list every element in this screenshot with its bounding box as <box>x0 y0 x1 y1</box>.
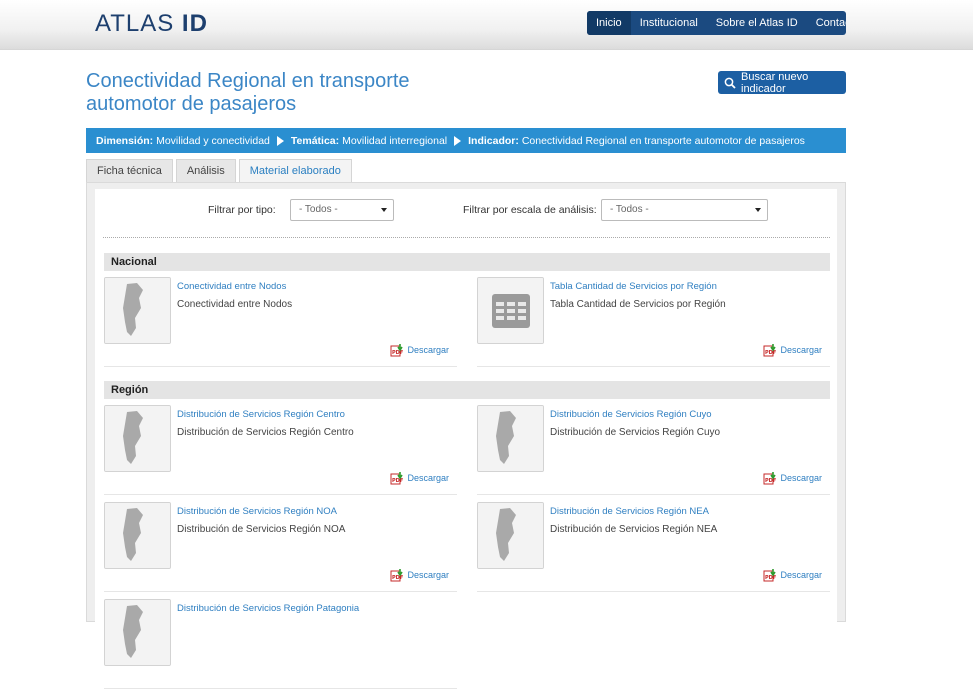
material-item: Distribución de Servicios Región Centro … <box>104 405 457 495</box>
material-item: Distribución de Servicios Región Patagon… <box>104 599 457 689</box>
pdf-download-icon: PDF <box>763 569 777 582</box>
material-description: Distribución de Servicios Región Centro <box>177 427 354 438</box>
logo-text-bold: ID <box>181 10 208 37</box>
material-link[interactable]: Distribución de Servicios Región Centro <box>177 409 345 420</box>
filter-scale-select[interactable]: - Todos - <box>601 199 768 221</box>
map-thumbnail-icon[interactable] <box>104 502 171 569</box>
material-description: Distribución de Servicios Región Cuyo <box>550 427 721 438</box>
pdf-download-icon: PDF <box>390 344 404 357</box>
pdf-download-icon: PDF <box>390 569 404 582</box>
nav-inicio[interactable]: Inicio <box>587 11 631 35</box>
download-button[interactable]: PDF Descargar <box>390 343 449 357</box>
material-list: Filtrar por tipo: - Todos - Filtrar por … <box>95 189 837 689</box>
download-label: Descargar <box>407 345 449 355</box>
download-button[interactable]: PDF Descargar <box>763 343 822 357</box>
pdf-download-icon: PDF <box>763 472 777 485</box>
divider <box>103 237 830 238</box>
material-item: Conectividad entre Nodos Conectividad en… <box>104 277 457 367</box>
breadcrumb-dimension[interactable]: Movilidad y conectividad <box>156 135 270 147</box>
tab-material-elaborado[interactable]: Material elaborado <box>238 159 352 183</box>
top-header: ATLAS ID Inicio Institucional Sobre el A… <box>0 0 973 50</box>
svg-text:PDF: PDF <box>765 575 776 581</box>
filter-scale-label: Filtrar por escala de análisis: <box>463 204 597 216</box>
material-description: Distribución de Servicios Región NEA <box>550 524 718 535</box>
pdf-download-icon: PDF <box>390 472 404 485</box>
filter-type-value: - Todos - <box>299 204 338 215</box>
material-item: Distribución de Servicios Región Cuyo Di… <box>477 405 830 495</box>
breadcrumb-tematica[interactable]: Movilidad interregional <box>342 135 447 147</box>
material-item: Distribución de Servicios Región NEA Dis… <box>477 502 830 592</box>
material-link[interactable]: Conectividad entre Nodos <box>177 281 286 292</box>
nav-contacto[interactable]: Contacto <box>807 11 846 35</box>
svg-text:PDF: PDF <box>765 478 776 484</box>
material-item: Tabla Cantidad de Servicios por Región T… <box>477 277 830 367</box>
breadcrumb-arrow-icon <box>276 135 284 146</box>
material-description: Distribución de Servicios Región NOA <box>177 524 346 535</box>
search-button-label: Buscar nuevo indicador <box>741 70 809 95</box>
breadcrumb-tematica-label: Temática: <box>290 134 340 147</box>
material-link[interactable]: Distribución de Servicios Región Cuyo <box>550 409 712 420</box>
material-description: Tabla Cantidad de Servicios por Región <box>550 299 726 310</box>
download-label: Descargar <box>407 473 449 483</box>
filter-scale-value: - Todos - <box>610 204 649 215</box>
download-label: Descargar <box>780 345 822 355</box>
map-thumbnail-icon[interactable] <box>104 599 171 666</box>
nav-sobre-atlas[interactable]: Sobre el Atlas ID <box>707 11 807 35</box>
breadcrumb-dimension-label: Dimensión: <box>96 134 154 147</box>
breadcrumb-arrow-icon <box>454 135 462 146</box>
download-button[interactable]: PDF Descargar <box>390 568 449 582</box>
material-item: Distribución de Servicios Región NOA Dis… <box>104 502 457 592</box>
map-thumbnail-icon[interactable] <box>104 277 171 344</box>
download-label: Descargar <box>780 473 822 483</box>
tab-analisis[interactable]: Análisis <box>175 159 236 182</box>
svg-text:PDF: PDF <box>392 575 403 581</box>
page-title: Conectividad Regional en transporte auto… <box>86 70 410 115</box>
tab-panel: Filtrar por tipo: - Todos - Filtrar por … <box>86 182 846 689</box>
breadcrumb-indicador-label: Indicador: <box>468 134 519 147</box>
download-label: Descargar <box>780 570 822 580</box>
pdf-download-icon: PDF <box>763 344 777 357</box>
filter-type-label: Filtrar por tipo: <box>208 204 276 216</box>
breadcrumb: Dimensión: Movilidad y conectividad Temá… <box>86 128 846 153</box>
breadcrumb-indicador: Conectividad Regional en transporte auto… <box>521 134 805 147</box>
material-link[interactable]: Distribución de Servicios Región NOA <box>177 506 337 517</box>
material-link[interactable]: Tabla Cantidad de Servicios por Región <box>550 281 717 292</box>
download-button[interactable]: PDF Descargar <box>763 471 822 485</box>
map-thumbnail-icon[interactable] <box>104 405 171 472</box>
atlas-id-logo[interactable]: ATLAS ID <box>95 10 208 38</box>
filter-type-select[interactable]: - Todos - <box>290 199 394 221</box>
map-thumbnail-icon[interactable] <box>477 502 544 569</box>
chevron-down-icon <box>755 208 761 212</box>
table-thumbnail-icon[interactable] <box>477 277 544 344</box>
download-label: Descargar <box>407 570 449 580</box>
material-link[interactable]: Distribución de Servicios Región NEA <box>550 506 709 517</box>
map-thumbnail-icon[interactable] <box>477 405 544 472</box>
chevron-down-icon <box>381 208 387 212</box>
svg-text:PDF: PDF <box>765 350 776 356</box>
logo-text: ATLAS <box>95 10 175 37</box>
section-header-region: Región <box>104 381 830 399</box>
content-tabs: Ficha técnica Análisis Material elaborad… <box>86 159 352 183</box>
tab-ficha-tecnica[interactable]: Ficha técnica <box>86 159 173 182</box>
material-description: Conectividad entre Nodos <box>177 299 293 310</box>
search-new-indicator-button[interactable]: Buscar nuevo indicador <box>718 70 846 95</box>
main-nav: Inicio Institucional Sobre el Atlas ID C… <box>587 11 846 35</box>
nav-institucional[interactable]: Institucional <box>631 11 707 35</box>
svg-text:PDF: PDF <box>392 478 403 484</box>
search-icon <box>724 77 736 89</box>
section-header-nacional: Nacional <box>104 253 830 271</box>
download-button[interactable]: PDF Descargar <box>763 568 822 582</box>
download-button[interactable]: PDF Descargar <box>390 471 449 485</box>
svg-text:PDF: PDF <box>392 350 403 356</box>
material-link[interactable]: Distribución de Servicios Región Patagon… <box>177 603 359 614</box>
